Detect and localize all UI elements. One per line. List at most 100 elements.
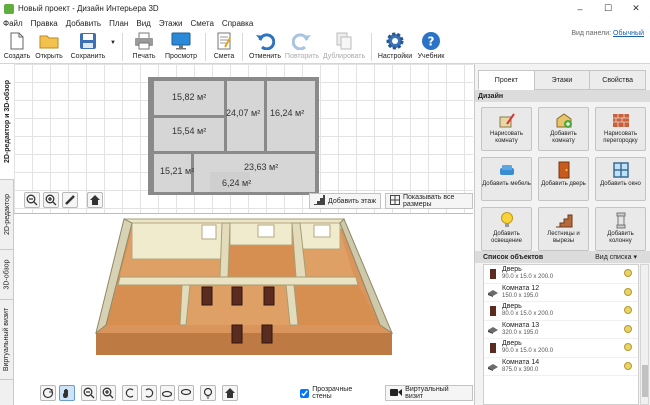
objects-list: Дверь 90.0 x 15.0 x 200.0 Комната 12 150.0… — [483, 264, 639, 405]
add-window-button[interactable]: Добавить окно — [595, 157, 646, 201]
zoom-out-3d-button[interactable] — [80, 385, 97, 401]
print-button[interactable]: Печать — [127, 30, 161, 60]
room-area-label: 24,07 м² — [226, 108, 261, 118]
maximize-button[interactable]: ☐ — [594, 0, 622, 17]
tab-floors[interactable]: Этажи — [533, 70, 591, 90]
home-icon — [90, 195, 100, 205]
settings-button[interactable]: Настройки — [376, 30, 414, 60]
draw-room-button[interactable]: Нарисовать комнату — [481, 107, 532, 151]
add-column-button[interactable]: Добавить колонну — [595, 207, 646, 251]
menu-plan[interactable]: План — [109, 19, 128, 28]
tilt-up-icon — [162, 390, 173, 398]
window-title: Новый проект - Дизайн Интерьера 3D — [18, 4, 159, 13]
add-lighting-button[interactable]: Добавить освещение — [481, 207, 532, 251]
open-button[interactable]: Открыть — [32, 30, 66, 60]
rotate-360-button[interactable] — [40, 385, 56, 401]
transparent-walls-toggle[interactable]: Прозрачные стены — [300, 386, 373, 400]
design-section-header: Дизайн — [475, 90, 650, 102]
home-3d-button[interactable] — [222, 385, 239, 401]
add-furniture-button[interactable]: Добавить мебель — [481, 157, 532, 201]
visibility-toggle-icon[interactable] — [624, 287, 632, 296]
visibility-toggle-icon[interactable] — [624, 269, 632, 277]
printer-icon — [134, 31, 154, 51]
draw-partition-button[interactable]: Нарисовать перегородку — [595, 107, 646, 151]
home-button[interactable] — [87, 192, 103, 208]
visibility-toggle-icon[interactable] — [624, 324, 632, 333]
menu-estimate[interactable]: Смета — [190, 19, 213, 28]
duplicate-button[interactable]: Дублировать — [321, 30, 367, 60]
plan-2d-canvas[interactable]: 15,82 м² 24,07 м² 16,24 м² 15,54 м² 15,2… — [14, 64, 473, 214]
minimize-button[interactable]: – — [566, 0, 594, 17]
undo-button[interactable]: Отменить — [247, 30, 283, 60]
transparent-walls-checkbox[interactable] — [300, 388, 310, 398]
tab-virtual-visit[interactable]: Виртуальный визит — [0, 300, 14, 380]
menu-add[interactable]: Добавить — [66, 19, 101, 28]
tab-project[interactable]: Проект — [478, 70, 535, 90]
view-3d-canvas[interactable]: Прозрачные стены Виртуальный визит — [14, 215, 473, 405]
virtual-visit-button[interactable]: Виртуальный визит — [385, 385, 473, 401]
toolbar-separator — [242, 33, 243, 61]
tab-2d-3d[interactable]: 2D-редактор и 3D-обзор — [0, 64, 14, 180]
title-bar: Новый проект - Дизайн Интерьера 3D – ☐ ✕ — [0, 0, 650, 17]
tutorial-button[interactable]: ? Учебник — [414, 30, 448, 60]
redo-button[interactable]: Повторить — [283, 30, 321, 60]
rotate-icon — [42, 387, 54, 399]
toolbar-separator — [371, 33, 372, 61]
save-button[interactable]: Сохранить — [66, 30, 110, 60]
right-panel-tabs: Проект Этажи Свойства — [475, 64, 650, 90]
room-area-label: 15,21 м² — [160, 166, 195, 176]
tilt-up-button[interactable] — [159, 385, 176, 401]
list-item[interactable]: Комната 14 875.0 x 390.0 — [484, 358, 638, 376]
door-icon — [490, 305, 496, 316]
menu-help[interactable]: Справка — [222, 19, 253, 28]
hand-icon — [62, 389, 68, 398]
menu-edit[interactable]: Правка — [31, 19, 58, 28]
objects-scrollbar[interactable] — [640, 264, 649, 405]
add-room-button[interactable]: Добавить комнату — [538, 107, 589, 151]
visibility-toggle-icon[interactable] — [624, 343, 632, 351]
scrollbar-thumb[interactable] — [642, 365, 648, 397]
zoom-in-button[interactable] — [43, 192, 59, 208]
measure-button[interactable] — [62, 192, 78, 208]
tab-3d-view[interactable]: 3D-обзор — [0, 250, 14, 300]
zoom-out-button[interactable] — [24, 192, 40, 208]
toolbar-separator — [205, 33, 206, 61]
door-icon — [558, 161, 569, 179]
add-door-button[interactable]: Добавить дверь — [538, 157, 589, 201]
toolbar-separator — [122, 33, 123, 61]
menu-bar: Файл Правка Добавить План Вид Этажи Смет… — [0, 17, 650, 30]
undo-icon — [255, 31, 275, 51]
tab-2d-editor[interactable]: 2D-редактор — [0, 180, 14, 250]
rotate-left-button[interactable] — [121, 385, 138, 401]
light-button[interactable] — [200, 385, 217, 401]
list-item[interactable]: Комната 12 150.0 x 195.0 — [484, 284, 638, 302]
visibility-toggle-icon[interactable] — [624, 361, 632, 370]
estimate-button[interactable]: Смета — [210, 30, 238, 60]
zoom-in-3d-button[interactable] — [99, 385, 116, 401]
tilt-down-button[interactable] — [178, 385, 195, 401]
stairs-button[interactable]: Лестницы и вырезы — [538, 207, 589, 251]
list-item[interactable]: Комната 13 320.0 x 195.0 — [484, 321, 638, 339]
preview-button[interactable]: Просмотр — [161, 30, 201, 60]
room-area-label: 16,24 м² — [270, 108, 305, 118]
tab-properties[interactable]: Свойства — [589, 70, 647, 90]
room-icon — [488, 327, 498, 335]
list-item[interactable]: Дверь 90.0 x 15.0 x 200.0 — [484, 265, 638, 284]
list-view-dropdown[interactable]: Вид списка ▾ — [595, 253, 637, 261]
visibility-toggle-icon[interactable] — [624, 306, 632, 314]
menu-view[interactable]: Вид — [136, 19, 150, 28]
list-item[interactable]: Дверь 90.0 x 15.0 x 200.0 — [484, 339, 638, 358]
save-dropdown-icon[interactable]: ▼ — [110, 30, 118, 46]
show-all-sizes-button[interactable]: Показывать все размеры — [385, 193, 473, 209]
pan-button[interactable] — [58, 385, 75, 401]
close-button[interactable]: ✕ — [622, 0, 650, 17]
panel-view-link[interactable]: Обычный — [613, 30, 644, 37]
menu-file[interactable]: Файл — [3, 19, 23, 28]
menu-floors[interactable]: Этажи — [159, 19, 183, 28]
new-button[interactable]: Создать — [2, 30, 32, 60]
add-floor-button[interactable]: Добавить этаж — [309, 193, 382, 209]
rotate-right-button[interactable] — [140, 385, 157, 401]
gear-icon — [385, 31, 405, 51]
room-area-label: 23,63 м² — [244, 162, 279, 172]
list-item[interactable]: Дверь 80.0 x 15.0 x 200.0 — [484, 302, 638, 321]
